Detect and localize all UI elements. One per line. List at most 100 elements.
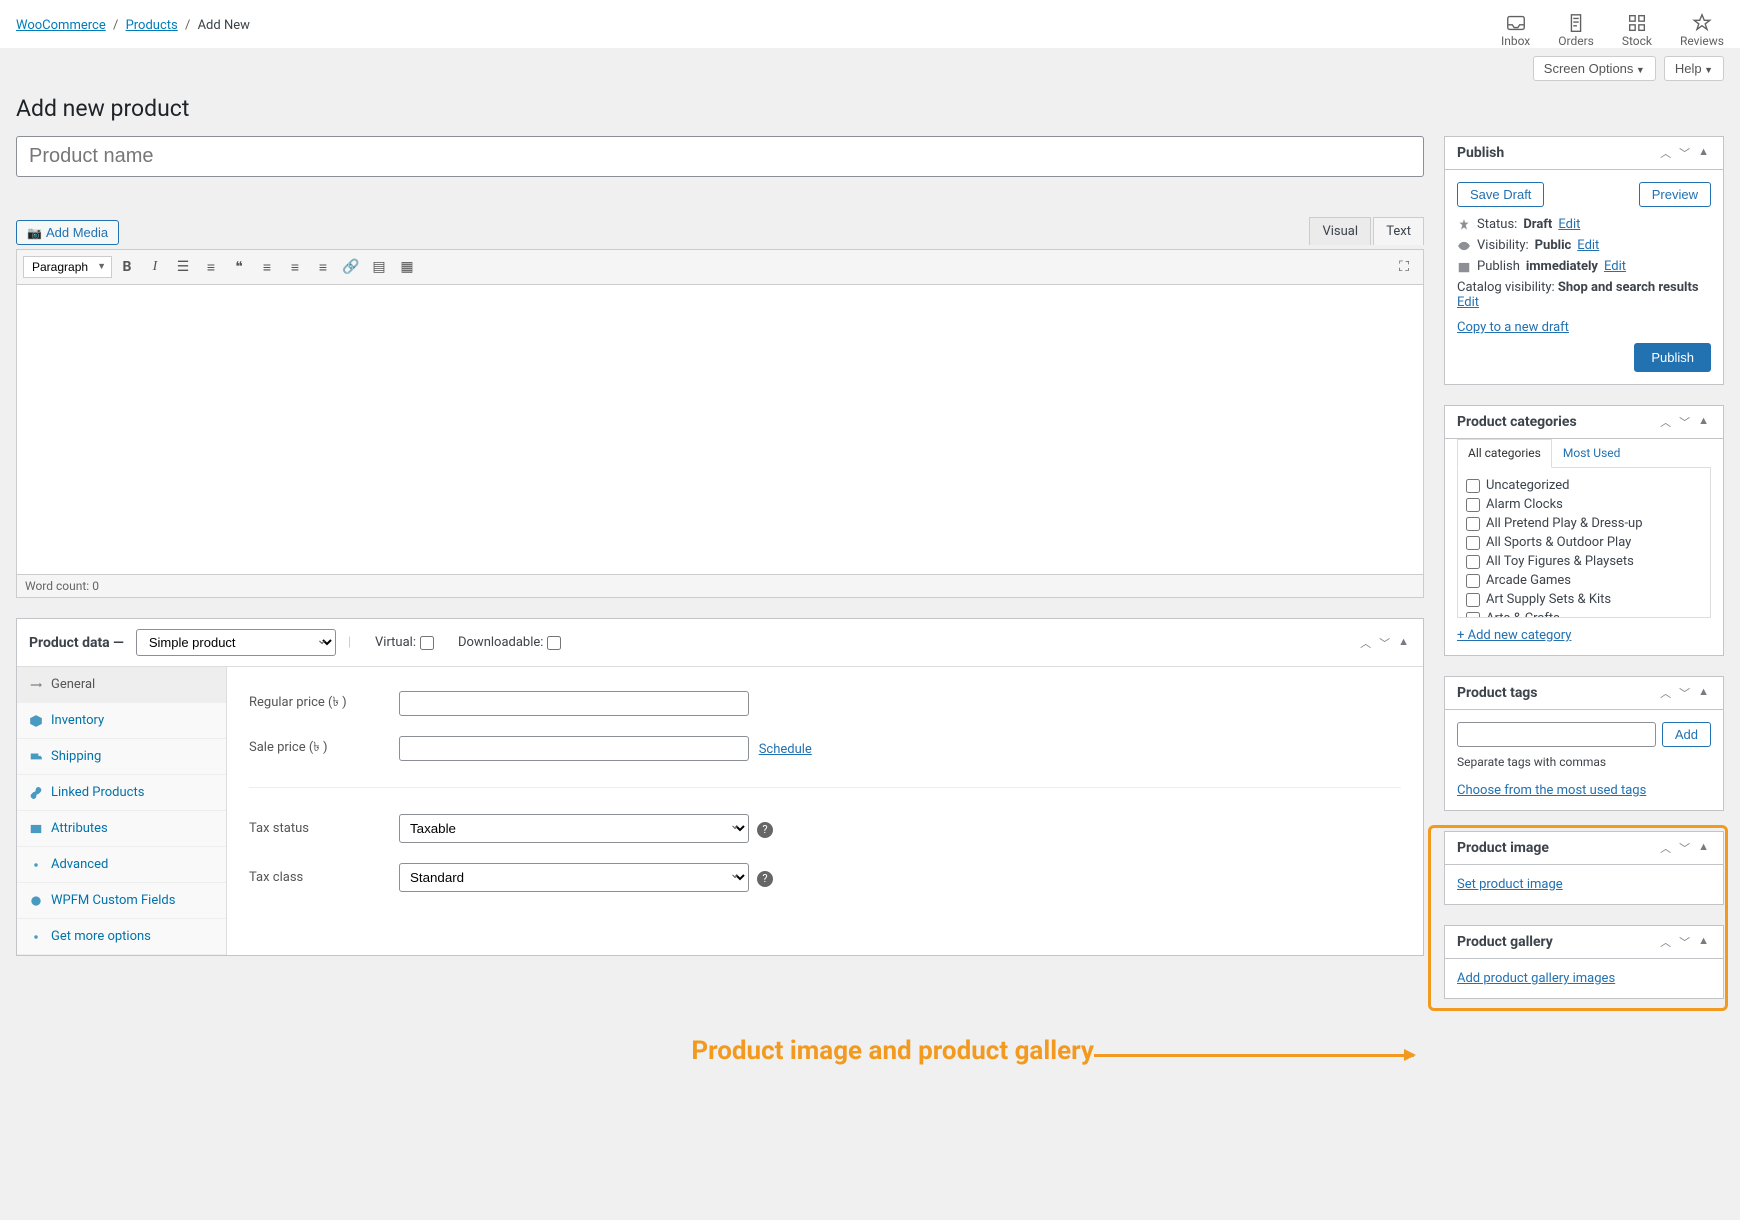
move-up-icon[interactable]: ︿ <box>1658 840 1673 856</box>
tab-general[interactable]: General <box>17 667 226 703</box>
product-name-input[interactable] <box>16 136 1424 177</box>
collapse-icon[interactable]: ▲ <box>1696 145 1711 161</box>
tab-shipping[interactable]: Shipping <box>17 739 226 775</box>
move-down-icon[interactable]: ﹀ <box>1677 414 1692 430</box>
category-item[interactable]: Art Supply Sets & Kits <box>1466 590 1702 609</box>
orders-button[interactable]: Orders <box>1558 12 1594 48</box>
save-draft-button[interactable]: Save Draft <box>1457 182 1544 207</box>
inbox-button[interactable]: Inbox <box>1501 12 1530 48</box>
tab-get-more[interactable]: Get more options <box>17 919 226 955</box>
help-button[interactable]: Help <box>1664 56 1724 81</box>
annotation-text: Product image and product gallery <box>691 1036 1094 1066</box>
category-item[interactable]: Alarm Clocks <box>1466 495 1702 514</box>
page-title: Add new product <box>16 95 1724 122</box>
categories-title: Product categories <box>1457 414 1658 430</box>
toolbar-toggle-button[interactable]: ▦ <box>394 254 420 280</box>
fullscreen-button[interactable]: ⛶ <box>1391 254 1417 280</box>
edit-catalog-link[interactable]: Edit <box>1457 295 1479 310</box>
tab-linked-products[interactable]: Linked Products <box>17 775 226 811</box>
tax-class-label: Tax class <box>243 853 393 902</box>
move-down-icon[interactable]: ﹀ <box>1677 934 1692 950</box>
regular-price-input[interactable] <box>399 691 749 716</box>
tax-class-select[interactable]: Standard <box>399 863 749 892</box>
category-item[interactable]: All Toy Figures & Playsets <box>1466 552 1702 571</box>
choose-tags-link[interactable]: Choose from the most used tags <box>1457 783 1646 798</box>
tab-advanced[interactable]: Advanced <box>17 847 226 883</box>
tag-input[interactable] <box>1457 722 1656 747</box>
help-icon[interactable]: ? <box>757 822 773 838</box>
edit-status-link[interactable]: Edit <box>1558 217 1580 232</box>
set-product-image-link[interactable]: Set product image <box>1457 877 1563 892</box>
downloadable-checkbox[interactable]: Downloadable: <box>458 635 561 650</box>
move-down-icon[interactable]: ﹀ <box>1377 635 1392 651</box>
add-tag-button[interactable]: Add <box>1662 722 1711 747</box>
tab-visual[interactable]: Visual <box>1309 217 1371 245</box>
tax-status-select[interactable]: Taxable <box>399 814 749 843</box>
category-item[interactable]: Arcade Games <box>1466 571 1702 590</box>
reviews-button[interactable]: Reviews <box>1680 12 1724 48</box>
collapse-icon[interactable]: ▲ <box>1696 685 1711 701</box>
numbered-list-button[interactable]: ≡ <box>198 254 224 280</box>
tax-status-label: Tax status <box>243 804 393 853</box>
tab-text[interactable]: Text <box>1373 217 1424 245</box>
orders-icon <box>1565 12 1587 34</box>
bullet-list-button[interactable]: ☰ <box>170 254 196 280</box>
move-up-icon[interactable]: ︿ <box>1658 934 1673 950</box>
tab-wpfm[interactable]: WPFM Custom Fields <box>17 883 226 919</box>
tab-attributes[interactable]: Attributes <box>17 811 226 847</box>
add-media-button[interactable]: Add Media <box>16 220 119 245</box>
category-item[interactable]: Uncategorized <box>1466 476 1702 495</box>
add-category-link[interactable]: + Add new category <box>1457 628 1571 643</box>
readmore-button[interactable]: ▤ <box>366 254 392 280</box>
regular-price-label: Regular price (৳ ) <box>243 681 393 726</box>
move-up-icon[interactable]: ︿ <box>1658 145 1673 161</box>
move-down-icon[interactable]: ﹀ <box>1677 840 1692 856</box>
collapse-icon[interactable]: ▲ <box>1696 934 1711 950</box>
tags-title: Product tags <box>1457 685 1658 701</box>
virtual-checkbox[interactable]: Virtual: <box>375 635 434 650</box>
move-up-icon[interactable]: ︿ <box>1658 414 1673 430</box>
italic-button[interactable]: I <box>142 254 168 280</box>
category-item[interactable]: All Pretend Play & Dress-up <box>1466 514 1702 533</box>
category-item[interactable]: Arts & Crafts <box>1466 609 1702 618</box>
breadcrumb-woocommerce[interactable]: WooCommerce <box>16 18 106 33</box>
align-center-button[interactable]: ≡ <box>282 254 308 280</box>
category-item[interactable]: All Sports & Outdoor Play <box>1466 533 1702 552</box>
product-type-select[interactable]: Simple product <box>136 629 336 656</box>
collapse-icon[interactable]: ▲ <box>1696 840 1711 856</box>
tab-all-categories[interactable]: All categories <box>1457 439 1552 468</box>
align-right-button[interactable]: ≡ <box>310 254 336 280</box>
pin-icon <box>1457 218 1471 232</box>
move-down-icon[interactable]: ﹀ <box>1677 685 1692 701</box>
collapse-icon[interactable]: ▲ <box>1396 635 1411 651</box>
blockquote-button[interactable]: ❝ <box>226 254 252 280</box>
move-up-icon[interactable]: ︿ <box>1358 635 1373 651</box>
schedule-link[interactable]: Schedule <box>759 742 812 757</box>
edit-publish-link[interactable]: Edit <box>1604 259 1626 274</box>
screen-options-button[interactable]: Screen Options <box>1533 56 1656 81</box>
eye-icon <box>1457 239 1471 253</box>
inbox-icon <box>1505 12 1527 34</box>
preview-button[interactable]: Preview <box>1639 182 1711 207</box>
sale-price-input[interactable] <box>399 736 749 761</box>
edit-visibility-link[interactable]: Edit <box>1577 238 1599 253</box>
stock-button[interactable]: Stock <box>1622 12 1652 48</box>
publish-button[interactable]: Publish <box>1634 343 1711 372</box>
collapse-icon[interactable]: ▲ <box>1696 414 1711 430</box>
tag-hint: Separate tags with commas <box>1457 755 1711 769</box>
link-button[interactable]: 🔗 <box>338 254 364 280</box>
format-select[interactable]: Paragraph <box>23 256 112 278</box>
add-gallery-images-link[interactable]: Add product gallery images <box>1457 971 1615 986</box>
breadcrumb-products[interactable]: Products <box>126 18 178 33</box>
copy-draft-link[interactable]: Copy to a new draft <box>1457 320 1569 335</box>
move-down-icon[interactable]: ﹀ <box>1677 145 1692 161</box>
bold-button[interactable]: B <box>114 254 140 280</box>
product-image-title: Product image <box>1457 840 1658 856</box>
product-gallery-title: Product gallery <box>1457 934 1658 950</box>
editor-content[interactable] <box>16 285 1424 575</box>
help-icon[interactable]: ? <box>757 871 773 887</box>
move-up-icon[interactable]: ︿ <box>1658 685 1673 701</box>
tab-inventory[interactable]: Inventory <box>17 703 226 739</box>
tab-most-used[interactable]: Most Used <box>1552 439 1632 467</box>
align-left-button[interactable]: ≡ <box>254 254 280 280</box>
